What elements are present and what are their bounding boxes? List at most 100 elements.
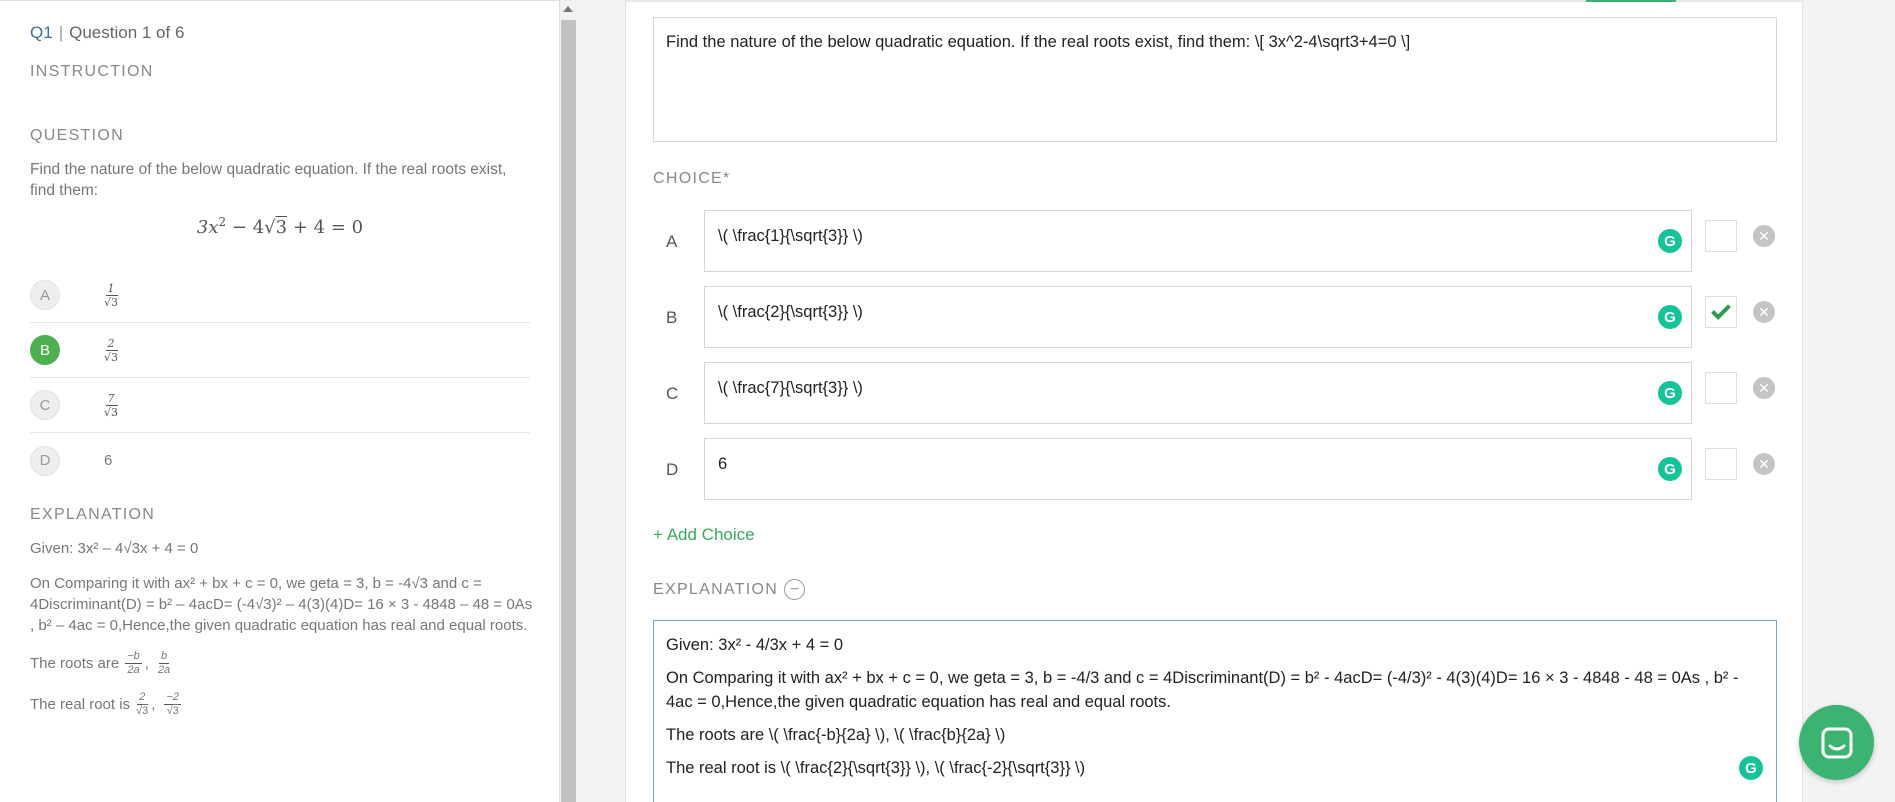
frac-radicand: 3 [142, 705, 149, 717]
choice-row-a: A \( \frac{1}{\sqrt{3}} \) G ✕ [653, 210, 1793, 272]
grammarly-icon[interactable]: G [1658, 457, 1682, 481]
correct-checkbox-d[interactable] [1705, 448, 1737, 480]
explanation-header: EXPLANATION − [653, 579, 806, 600]
choice-value: 6 [104, 452, 113, 469]
choices-preview: A 1 √3 B 2 √3 C 7 √3 D 6 [30, 268, 530, 488]
fraction: 2 √3 [104, 337, 118, 364]
choice-input-value: \( \frac{7}{\sqrt{3}} \) [718, 379, 863, 397]
choice-value: 7 √3 [104, 392, 118, 419]
fraction: 1 √3 [104, 282, 118, 309]
choice-input-d[interactable]: 6 G [704, 438, 1692, 500]
question-number: Q1 [30, 23, 53, 42]
grammarly-icon[interactable]: G [1658, 229, 1682, 253]
choice-letter: B [666, 308, 678, 327]
frac-radicand: 3 [111, 295, 119, 309]
frac-root: √ [104, 295, 112, 309]
comma: , [151, 696, 156, 713]
explanation-label: EXPLANATION [30, 506, 156, 523]
eq-radicand: 3 [275, 217, 288, 238]
frac-radicand: 3 [111, 350, 119, 364]
choice-row-c: C \( \frac{7}{\sqrt{3}} \) G ✕ [653, 362, 1793, 424]
roots-prefix: The roots are [30, 655, 120, 672]
explanation-line: Given: 3x² - 4/3x + 4 = 0 [666, 636, 844, 654]
remove-choice-icon[interactable]: ✕ [1753, 225, 1775, 247]
correct-checkbox-a[interactable] [1705, 220, 1737, 252]
add-choice-button[interactable]: + Add Choice [653, 525, 755, 545]
chat-launcher-button[interactable] [1799, 705, 1874, 780]
choice-input-b[interactable]: \( \frac{2}{\sqrt{3}} \) G [704, 286, 1692, 348]
grammarly-icon[interactable]: G [1739, 756, 1763, 780]
choice-label: CHOICE* [653, 170, 731, 187]
explanation-input[interactable]: Given: 3x² - 4/3x + 4 = 0 On Comparing i… [653, 620, 1777, 802]
grammarly-icon[interactable]: G [1658, 305, 1682, 329]
question-of: Question 1 of 6 [69, 23, 185, 42]
choice-row-b: B \( \frac{2}{\sqrt{3}} \) G ✕ [653, 286, 1793, 348]
frac-den: √3 [104, 296, 118, 309]
chat-icon [1821, 727, 1852, 758]
choice-input-value: 6 [718, 455, 728, 473]
frac-num: b [159, 650, 170, 664]
remove-choice-icon[interactable]: ✕ [1753, 377, 1775, 399]
preview-choice-b: B 2 √3 [30, 323, 530, 378]
frac-num: −b [125, 650, 142, 664]
question-editor: Find the nature of the below quadratic e… [625, 0, 1804, 802]
frac-den: √3 [167, 705, 179, 718]
fraction: 2 √3 [136, 691, 148, 718]
preview-choice-d: D 6 [30, 433, 530, 488]
frac-num: 2 [137, 691, 148, 705]
choice-input-c[interactable]: \( \frac{7}{\sqrt{3}} \) G [704, 362, 1692, 424]
grammarly-icon[interactable]: G [1658, 381, 1682, 405]
real-prefix: The real root is [30, 696, 131, 713]
frac-num: 1 [105, 281, 117, 296]
frac-num: −2 [164, 691, 181, 705]
correct-checkbox-c[interactable] [1705, 372, 1737, 404]
check-icon [1711, 300, 1731, 320]
choice-badge: D [30, 445, 60, 476]
preview-scrollbar[interactable] [559, 0, 577, 802]
choice-badge: A [30, 280, 60, 310]
preview-choice-a: A 1 √3 [30, 268, 530, 323]
explanation-editor-label: EXPLANATION [653, 580, 779, 598]
eq-term-a: 3x [196, 217, 219, 238]
choice-letter: C [666, 384, 679, 403]
preview-choice-c: C 7 √3 [30, 378, 530, 433]
remove-choice-icon[interactable]: ✕ [1753, 301, 1775, 323]
question-input[interactable]: Find the nature of the below quadratic e… [653, 17, 1777, 142]
frac-den: √3 [104, 406, 118, 419]
eq-term-rest: + 4 = 0 [287, 217, 364, 238]
question-equation: 3x2 − 4√3 + 4 = 0 [30, 215, 530, 238]
explanation-line: The real root is \( \frac{2}{\sqrt{3}} \… [666, 759, 1086, 777]
choice-letter: D [666, 460, 679, 479]
frac-den: 2a [127, 664, 140, 676]
fraction: b 2a [158, 650, 170, 677]
frac-radicand: 3 [111, 405, 119, 419]
collapse-icon[interactable]: − [784, 579, 806, 600]
remove-choice-icon[interactable]: ✕ [1753, 453, 1775, 475]
fraction: −b 2a [125, 650, 142, 677]
choice-input-value: \( \frac{1}{\sqrt{3}} \) [718, 227, 863, 245]
frac-den: √3 [136, 705, 148, 718]
preview-panel: Q1 | Question 1 of 6 INSTRUCTION QUESTION … [0, 0, 559, 802]
fraction: 7 √3 [104, 392, 118, 419]
comma: , [144, 655, 149, 672]
active-tab-indicator [1586, 0, 1676, 2]
explanation-real-root: The real root is 2 √3 , −2 √3 [30, 691, 529, 718]
explanation-roots: The roots are −b 2a , b 2a [30, 650, 529, 677]
tab-strip [626, 0, 1804, 2]
frac-radicand: 3 [172, 705, 179, 717]
explanation-compare: On Comparing it with ax² + bx + c = 0, w… [30, 575, 533, 634]
choice-input-a[interactable]: \( \frac{1}{\sqrt{3}} \) G [704, 210, 1692, 272]
explanation-line: The roots are \( \frac{-b}{2a} \), \( \f… [666, 726, 1006, 744]
choice-badge: C [30, 390, 60, 420]
eq-root: √ [264, 217, 276, 238]
header-separator: | [58, 23, 64, 42]
frac-root: √ [104, 405, 112, 419]
choice-badge-correct: B [30, 335, 60, 365]
scroll-thumb[interactable] [561, 20, 576, 802]
scroll-up-arrow-icon[interactable] [563, 6, 573, 12]
question-text: Find the nature of the below quadratic e… [30, 161, 507, 199]
question-header: Q1 | Question 1 of 6 [30, 23, 529, 43]
instruction-label: INSTRUCTION [30, 63, 154, 80]
eq-term-mid: − 4 [226, 217, 265, 238]
correct-checkbox-b[interactable] [1705, 296, 1737, 328]
